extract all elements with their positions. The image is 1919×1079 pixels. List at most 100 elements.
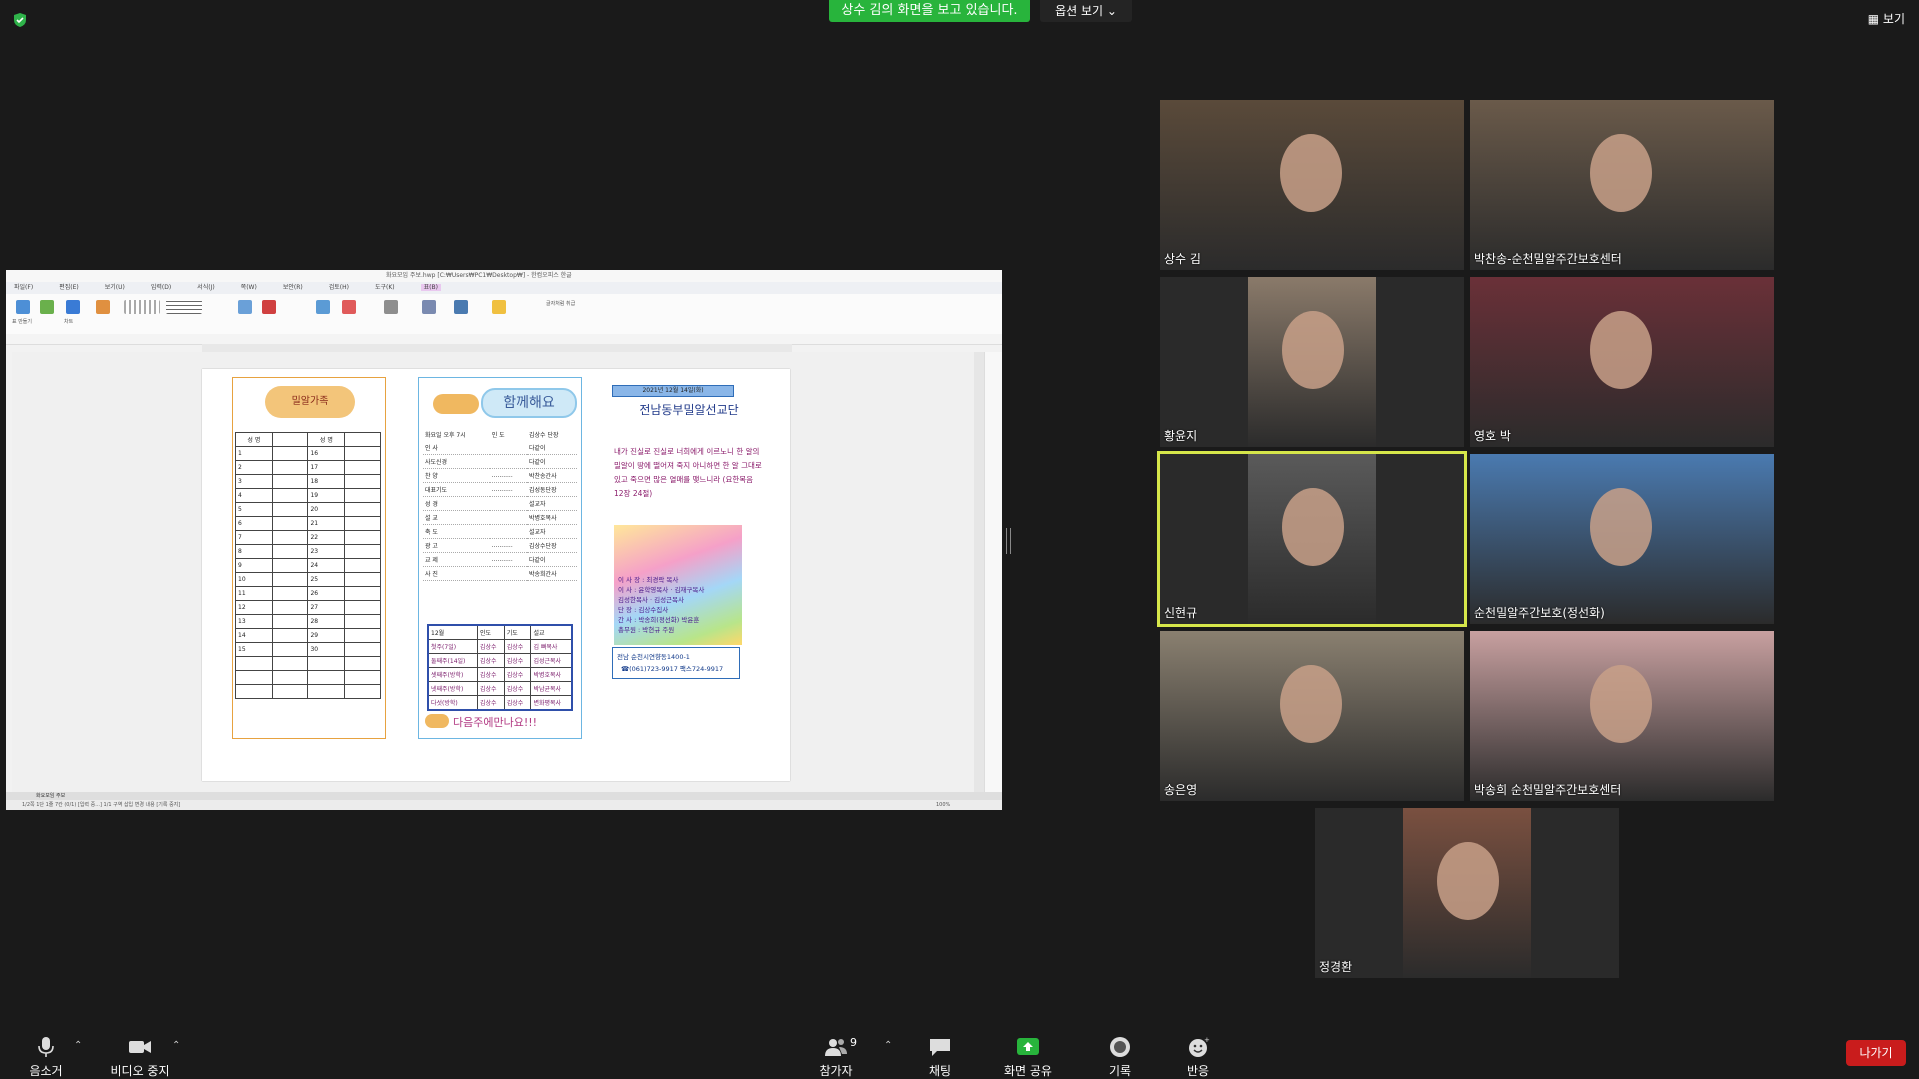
format-icon[interactable] bbox=[96, 300, 110, 314]
video-tile[interactable]: 신현규 bbox=[1157, 451, 1467, 627]
program-cell: 성 경 bbox=[423, 496, 490, 511]
cell-style-icon[interactable] bbox=[124, 300, 160, 314]
hwp-menu-item[interactable]: 입력(D) bbox=[151, 284, 171, 291]
split-cell-icon[interactable] bbox=[384, 300, 398, 314]
members-cell bbox=[344, 474, 381, 489]
members-cell bbox=[271, 502, 309, 517]
program-table: 화요일 오후 7시 인 도 김상수 단장 인 사 다같이 사도신경 다같이 찬 양...… bbox=[423, 428, 577, 581]
security-shield-icon[interactable] bbox=[12, 12, 28, 28]
members-cell: 9 bbox=[235, 558, 273, 573]
split-resize-handle[interactable] bbox=[1006, 528, 1011, 554]
members-cell bbox=[271, 544, 309, 559]
record-button[interactable]: 기록 bbox=[1100, 1036, 1140, 1079]
gallery-view-button[interactable]: ▦ 보기 bbox=[1868, 10, 1905, 27]
participant-name: 송은영 bbox=[1164, 783, 1198, 797]
program-cell: ........... bbox=[489, 552, 527, 567]
members-cell: 2 bbox=[235, 460, 273, 475]
members-cell: 17 bbox=[307, 460, 346, 475]
zoom-level[interactable]: 100% bbox=[936, 800, 950, 810]
bar-chart-icon[interactable] bbox=[66, 300, 80, 314]
program-cell: ........... bbox=[489, 482, 527, 497]
hwp-menu-item[interactable]: 검토(H) bbox=[329, 284, 349, 291]
video-options-caret-icon[interactable]: ⌃ bbox=[172, 1040, 180, 1051]
video-tile[interactable]: 순천밀알주간보호(정선화) bbox=[1470, 454, 1774, 624]
participants-options-caret-icon[interactable]: ⌃ bbox=[884, 1040, 892, 1051]
program-cell: 다같이 bbox=[527, 454, 577, 469]
members-cell bbox=[271, 642, 309, 657]
hwp-menu-item[interactable]: 쪽(W) bbox=[241, 284, 257, 291]
video-tile[interactable]: 박찬송-순천밀알주간보호센터 bbox=[1470, 100, 1774, 270]
members-cell: 4 bbox=[235, 488, 273, 503]
audio-options-caret-icon[interactable]: ⌃ bbox=[74, 1040, 82, 1051]
video-tile[interactable]: 상수 김 bbox=[1160, 100, 1464, 270]
program-cell: 사 진 bbox=[423, 566, 490, 581]
hwp-menu-item[interactable]: 서식(J) bbox=[197, 284, 215, 291]
members-cell: 10 bbox=[235, 572, 273, 587]
members-cell: 8 bbox=[235, 544, 273, 559]
program-row: 사 진 박송희간사 bbox=[423, 566, 577, 581]
stop-video-button[interactable]: 비디오 중지 bbox=[104, 1036, 176, 1079]
video-tile[interactable]: 영호 박 bbox=[1470, 277, 1774, 447]
table-icon[interactable] bbox=[16, 300, 30, 314]
fill-icon[interactable] bbox=[492, 300, 506, 314]
members-cell bbox=[271, 670, 309, 685]
hwp-vertical-scrollbar[interactable] bbox=[974, 352, 984, 792]
hwp-menu-item[interactable]: 보기(U) bbox=[105, 284, 125, 291]
participant-name: 박송희 순천밀알주간보호센터 bbox=[1474, 783, 1622, 797]
members-row: 13 28 bbox=[235, 614, 381, 629]
video-camera-icon bbox=[129, 1041, 151, 1053]
members-cell: 19 bbox=[307, 488, 346, 503]
mute-button[interactable]: 음소거 bbox=[24, 1036, 68, 1079]
merge-cell-icon[interactable] bbox=[422, 300, 436, 314]
members-cell bbox=[307, 656, 346, 671]
video-tile[interactable]: 박송희 순천밀알주간보호센터 bbox=[1470, 631, 1774, 801]
program-cell: 박찬송간사 bbox=[527, 468, 577, 483]
chevron-down-icon: ⌄ bbox=[1106, 4, 1117, 18]
schedule-header-lead: 인도 bbox=[476, 624, 505, 640]
schedule-row: 넷째주(방학) 김상수 김상수 박남균목사 bbox=[427, 681, 573, 696]
members-row: 11 26 bbox=[235, 586, 381, 601]
document-page: 밀알가족 성 명성 명 1 16 2 17 3 18 4 19 5 20 6 21 7 22 8 23 9 24 1… bbox=[202, 369, 790, 781]
schedule-header-sermon: 설교 bbox=[530, 624, 573, 640]
hwp-menu-item[interactable]: 도구(K) bbox=[375, 284, 395, 291]
members-cell bbox=[271, 558, 309, 573]
grid-icon: ▦ bbox=[1867, 12, 1880, 26]
hwp-menu-item[interactable]: 파일(F) bbox=[14, 284, 33, 291]
video-tile[interactable]: 황윤지 bbox=[1160, 277, 1464, 447]
view-options-button[interactable]: 옵션 보기 ⌄ bbox=[1040, 0, 1132, 22]
members-cell bbox=[235, 656, 273, 671]
program-row: 찬 양........... 박찬송간사 bbox=[423, 468, 577, 483]
program-row: 사도신경 다같이 bbox=[423, 454, 577, 469]
insert-row-icon[interactable] bbox=[316, 300, 330, 314]
share-screen-button[interactable]: 화면 공유 bbox=[1000, 1036, 1056, 1079]
hwp-menu-item[interactable]: 보안(R) bbox=[283, 284, 303, 291]
reactions-button[interactable]: + 반응 bbox=[1178, 1036, 1218, 1079]
members-column: 밀알가족 성 명성 명 1 16 2 17 3 18 4 19 5 20 6 21 7 22 8 23 9 24 1… bbox=[232, 377, 386, 739]
grid-style-icon[interactable] bbox=[166, 300, 202, 314]
document-tab[interactable]: 화요모임 주보 bbox=[36, 793, 65, 799]
shared-hwp-window[interactable]: 화요모임 주보.hwp [C:₩Users₩PC1₩Desktop₩] - 한컴… bbox=[6, 270, 1002, 810]
program-title: 함께해요 bbox=[481, 388, 577, 418]
hwp-menu-item[interactable]: 편집(E) bbox=[59, 284, 79, 291]
staff-line: 김성한목사 · 김성근목사 bbox=[618, 596, 684, 604]
program-cell: 축 도 bbox=[423, 524, 490, 539]
border-icon[interactable] bbox=[238, 300, 252, 314]
program-row: 축 도 설교자 bbox=[423, 524, 577, 539]
leave-meeting-button[interactable]: 나가기 bbox=[1846, 1040, 1906, 1066]
calc-icon[interactable] bbox=[454, 300, 468, 314]
members-empty-row bbox=[235, 656, 381, 671]
video-tile[interactable]: 송은영 bbox=[1160, 631, 1464, 801]
members-cell: 14 bbox=[235, 628, 273, 643]
hwp-menu-item[interactable]: 표(B) bbox=[420, 284, 441, 291]
program-cell bbox=[489, 566, 527, 581]
staff-line: 간 사 : 박송희(정선화) 박윤훈 bbox=[618, 616, 700, 624]
members-cell: 3 bbox=[235, 474, 273, 489]
chat-button[interactable]: 채팅 bbox=[920, 1036, 960, 1079]
chart-icon[interactable] bbox=[40, 300, 54, 314]
program-row: 교 제........... 다같이 bbox=[423, 552, 577, 567]
video-tile[interactable]: 정경환 bbox=[1315, 808, 1619, 978]
delete-cell-icon[interactable] bbox=[342, 300, 356, 314]
pen-color-icon[interactable] bbox=[262, 300, 276, 314]
members-cell bbox=[271, 684, 309, 699]
treat-as-char-label[interactable]: 글자처럼 취급 bbox=[546, 300, 575, 307]
